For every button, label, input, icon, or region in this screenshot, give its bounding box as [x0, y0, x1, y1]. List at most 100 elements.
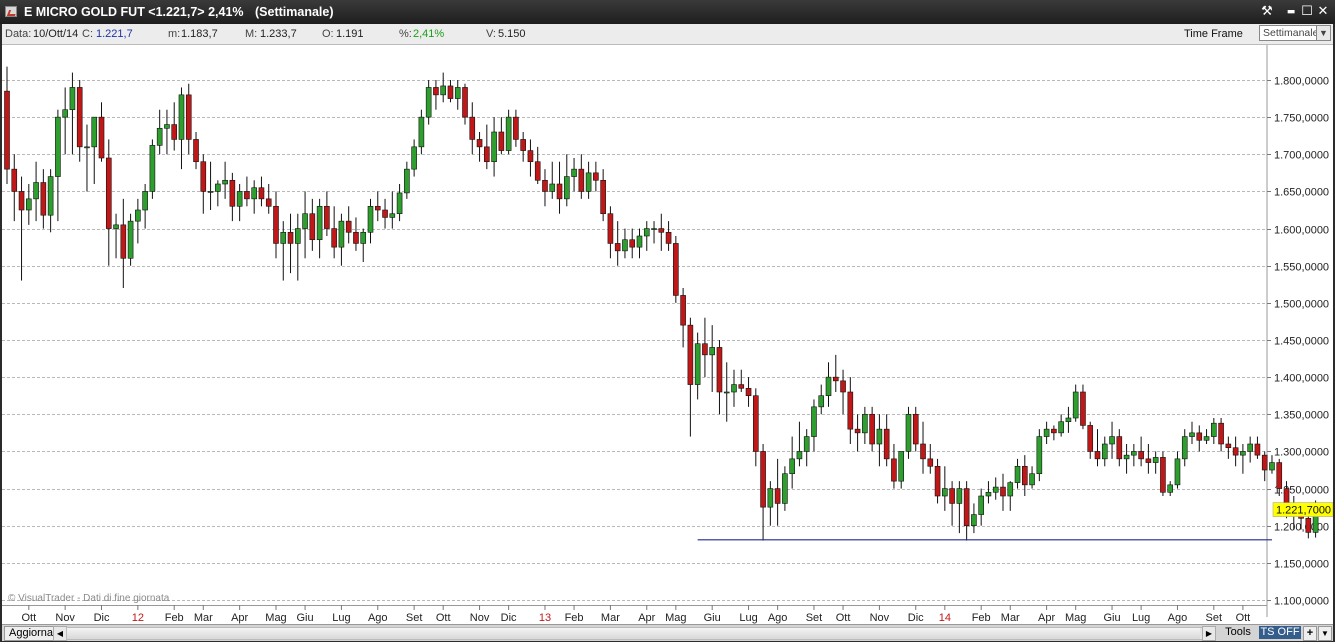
- candle-down: [665, 231, 672, 244]
- candle-up: [811, 406, 817, 437]
- y-tick-label: 1.400,0000: [1274, 373, 1329, 385]
- tools-button[interactable]: Tools: [1219, 626, 1257, 639]
- candle-down: [98, 116, 105, 159]
- candle-down: [593, 172, 599, 181]
- candle-up: [978, 495, 984, 515]
- x-tick-label: Apr: [231, 612, 248, 624]
- candle-down: [469, 116, 476, 140]
- data-label: Data:: [5, 28, 32, 40]
- candle-up: [731, 384, 737, 393]
- x-tick-label: Giu: [297, 612, 314, 624]
- maximize-icon[interactable]: ☐: [1299, 4, 1315, 20]
- candle-down: [927, 458, 934, 467]
- candle-down: [1225, 443, 1232, 449]
- chevron-down-icon[interactable]: ▼: [1318, 626, 1332, 641]
- minimize-icon[interactable]: ▬: [1283, 4, 1299, 20]
- candle-up: [222, 179, 228, 185]
- chevron-down-icon[interactable]: ▼: [1316, 26, 1330, 40]
- candle-up: [389, 213, 396, 218]
- x-tick-label: Nov: [55, 612, 75, 624]
- pct-label: %:: [399, 28, 412, 40]
- candle-up: [149, 145, 156, 192]
- open-label: O:: [322, 28, 334, 40]
- x-tick-label: Ott: [436, 612, 451, 624]
- ts-off-button[interactable]: TS OFF: [1259, 626, 1301, 639]
- x-tick-label: Mag: [265, 612, 286, 624]
- window-period: (Settimanale): [255, 5, 334, 19]
- candle-down: [854, 428, 861, 434]
- close-value: 1.221,7: [96, 28, 133, 40]
- high-value: 1.233,7: [260, 28, 297, 40]
- candle-down: [1196, 432, 1203, 441]
- x-tick-label: Mar: [194, 612, 213, 624]
- candle-down: [1051, 428, 1057, 434]
- candle-down: [774, 488, 781, 504]
- candle-up: [1007, 482, 1014, 497]
- y-tick-label: 1.600,0000: [1274, 225, 1329, 237]
- candle-down: [476, 139, 483, 148]
- candle-up: [1036, 436, 1043, 475]
- candle-up: [1058, 421, 1064, 434]
- candle-down: [120, 224, 127, 259]
- x-tick-label: Set: [406, 612, 423, 624]
- data-value: 10/Ott/14: [33, 28, 79, 40]
- bottom-bar: Aggiorna ◀ ▶ Tools TS OFF + ▼: [2, 624, 1333, 641]
- chart-area[interactable]: 1.100,00001.150,00001.200,00001.250,0000…: [2, 45, 1333, 625]
- refresh-button[interactable]: Aggiorna: [4, 626, 59, 641]
- horizontal-scrollbar[interactable]: [66, 627, 1203, 640]
- title-bar: E MICRO GOLD FUT <1.221,7> 2,41% (Settim…: [0, 0, 1335, 24]
- candle-up: [156, 127, 163, 146]
- candle-up: [418, 116, 425, 148]
- y-tick-label: 1.300,0000: [1274, 447, 1329, 459]
- candle-down: [745, 387, 752, 397]
- candle-up: [425, 87, 432, 118]
- candle-down: [18, 191, 25, 211]
- candle-down: [1094, 451, 1101, 460]
- x-tick-label: Ott: [1236, 612, 1251, 624]
- candle-down: [527, 150, 534, 163]
- candle-down: [556, 183, 563, 200]
- price-chart[interactable]: 1.100,00001.150,00001.200,00001.250,0000…: [2, 45, 1333, 625]
- candle-up: [862, 413, 868, 434]
- timeframe-select[interactable]: Settimanale ▼: [1259, 25, 1331, 41]
- candle-up: [789, 458, 795, 475]
- candle-up: [411, 146, 417, 170]
- candle-down: [353, 231, 359, 244]
- candle-up: [26, 198, 32, 211]
- x-tick-label: Giu: [1103, 612, 1120, 624]
- y-tick-label: 1.250,0000: [1274, 485, 1329, 497]
- candle-down: [484, 146, 490, 163]
- x-tick-label: Feb: [165, 612, 184, 624]
- candle-up: [622, 239, 628, 252]
- low-value: 1.183,7: [181, 28, 218, 40]
- candle-down: [738, 384, 745, 389]
- candle-down: [963, 488, 970, 527]
- watermark: © VisualTrader - Dati di fine giornata: [8, 593, 170, 604]
- add-button[interactable]: +: [1303, 626, 1317, 641]
- y-tick-label: 1.450,0000: [1274, 336, 1329, 348]
- window-title: E MICRO GOLD FUT <1.221,7> 2,41%: [24, 5, 244, 19]
- high-label: M:: [245, 28, 258, 40]
- candle-up: [454, 87, 461, 99]
- candle-up: [1014, 465, 1021, 483]
- close-icon[interactable]: ✕: [1315, 4, 1331, 20]
- candle-up: [33, 182, 39, 200]
- tools-icon[interactable]: ⚒: [1259, 4, 1275, 20]
- chart-app-icon: [5, 6, 17, 17]
- candle-up: [825, 376, 832, 397]
- close-label: C:: [82, 28, 93, 40]
- candle-down: [1261, 454, 1268, 471]
- x-tick-label: Mar: [601, 612, 620, 624]
- candle-down: [171, 124, 178, 140]
- scroll-left-icon[interactable]: ◀: [53, 626, 67, 641]
- candle-up: [767, 488, 774, 508]
- candle-down: [753, 395, 759, 452]
- candle-down: [578, 168, 585, 192]
- x-tick-label: Ott: [21, 612, 36, 624]
- candle-down: [1160, 457, 1166, 493]
- scrollbar-thumb[interactable]: [67, 628, 1200, 639]
- x-tick-label: Mag: [665, 612, 686, 624]
- scroll-right-icon[interactable]: ▶: [1202, 626, 1216, 641]
- candle-down: [105, 157, 112, 229]
- candle-up: [796, 451, 803, 460]
